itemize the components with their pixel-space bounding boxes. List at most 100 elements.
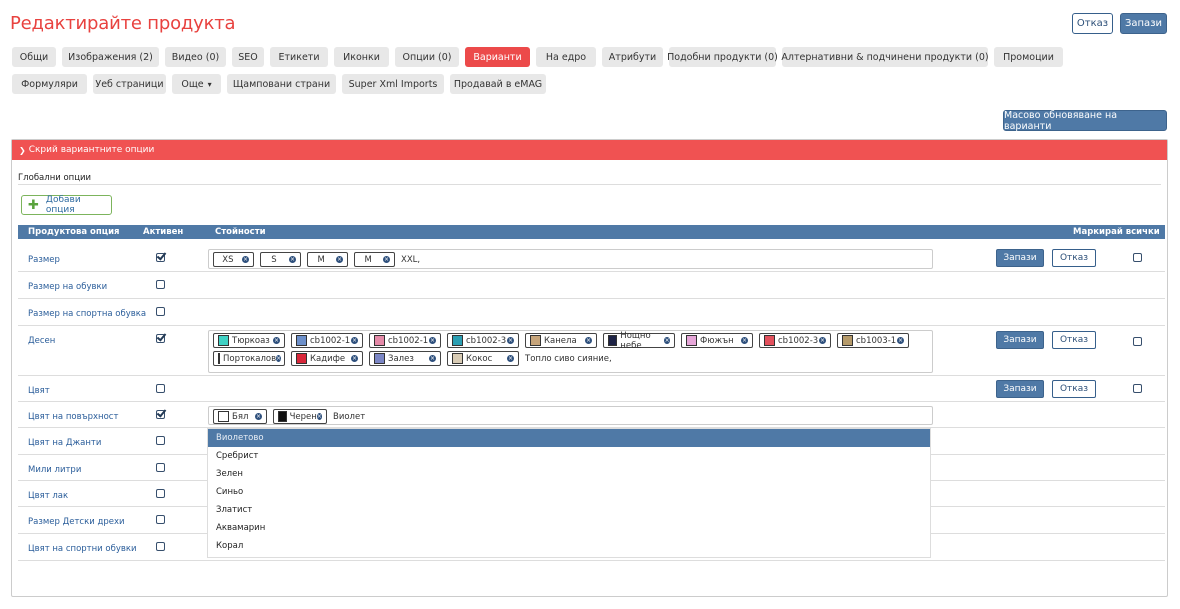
tab-more-5[interactable]: Продавай в eMAG (450, 74, 546, 94)
active-checkbox[interactable] (156, 280, 165, 289)
remove-tag-icon[interactable]: × (429, 355, 436, 362)
tab-more-2[interactable]: Още ▾ (172, 74, 221, 94)
values-input[interactable]: Бял × Черен × Виолет (208, 406, 933, 425)
tab-4[interactable]: Етикети (270, 47, 328, 67)
remove-tag-icon[interactable]: × (585, 337, 592, 344)
values-input[interactable]: XS × S × M × M × XXL, (208, 249, 933, 269)
dropdown-option[interactable]: Виолетово (208, 429, 930, 447)
dropdown-option[interactable]: Корал (208, 537, 930, 555)
dropdown-option[interactable]: Синьо (208, 483, 930, 501)
active-checkbox[interactable] (156, 334, 165, 343)
option-name-link[interactable]: Цвят на спортни обувки (28, 544, 137, 554)
color-swatch (842, 335, 853, 346)
remove-tag-icon[interactable]: × (241, 256, 249, 263)
row-save-button[interactable]: Запази (996, 331, 1044, 349)
remove-tag-icon[interactable]: × (351, 355, 358, 362)
tag-label: M (317, 254, 325, 265)
tab-11[interactable]: Алтернативни & подчинени продукти (0) (781, 47, 989, 67)
tab-more-4[interactable]: Super Xml Imports (342, 74, 444, 94)
remove-tag-icon[interactable]: × (429, 337, 436, 344)
tab-12[interactable]: Промоции (994, 47, 1063, 67)
option-name-link[interactable]: Цвят на Джанти (28, 438, 101, 448)
remove-tag-icon[interactable]: × (273, 337, 280, 344)
color-swatch (686, 335, 697, 346)
option-name-link[interactable]: Цвят (28, 386, 50, 396)
row-cancel-button[interactable]: Отказ (1052, 331, 1096, 349)
tab-more-0[interactable]: Формуляри (12, 74, 87, 94)
option-name-link[interactable]: Мили литри (28, 465, 81, 475)
option-name-link[interactable]: Размер Детски дрехи (28, 517, 125, 527)
remove-tag-icon[interactable]: × (351, 337, 358, 344)
remove-tag-icon[interactable]: × (507, 355, 514, 362)
value-tag: Залез × (369, 351, 441, 366)
option-name-link[interactable]: Размер на обувки (28, 282, 107, 292)
dropdown-option[interactable]: Сребрист (208, 447, 930, 465)
save-button[interactable]: Запази (1120, 13, 1167, 34)
chevron-down-icon: ▾ (207, 79, 212, 89)
tab-2[interactable]: Видео (0) (165, 47, 226, 67)
color-swatch (218, 411, 229, 422)
remove-tag-icon[interactable]: × (819, 337, 826, 344)
tab-5[interactable]: Иконки (334, 47, 389, 67)
active-checkbox[interactable] (156, 436, 165, 445)
remove-tag-icon[interactable]: × (664, 337, 670, 344)
tab-0[interactable]: Общи (12, 47, 56, 67)
option-name-link[interactable]: Десен (28, 336, 55, 346)
active-checkbox[interactable] (156, 463, 165, 472)
active-checkbox[interactable] (156, 542, 165, 551)
option-name-link[interactable]: Цвят лак (28, 491, 68, 501)
row-save-button[interactable]: Запази (996, 249, 1044, 267)
tag-label: Кокос (466, 353, 493, 364)
table-row: Размер XS × S × M × M × XXL, Запази Отказ (18, 245, 1165, 272)
values-input[interactable]: Тюркоаз × cb1002-1 × cb1002-1 × cb1002-3 × Канел… (208, 330, 933, 373)
tab-9[interactable]: Атрибути (602, 47, 663, 67)
tab-10[interactable]: Подобни продукти (0) (667, 47, 778, 67)
active-checkbox[interactable] (156, 410, 165, 419)
tab-3[interactable]: SEO (232, 47, 264, 67)
row-save-button[interactable]: Запази (996, 380, 1044, 398)
cancel-button[interactable]: Отказ (1072, 13, 1113, 34)
tab-more-3[interactable]: Щамповани страни (227, 74, 336, 94)
tab-label: Продавай в eMAG (453, 78, 543, 90)
mark-all-checkbox[interactable] (1133, 337, 1142, 346)
row-cancel-button[interactable]: Отказ (1052, 380, 1096, 398)
header-values: Стойности (215, 227, 266, 237)
mark-all-checkbox[interactable] (1133, 384, 1142, 393)
dropdown-option[interactable]: Аквамарин (208, 519, 930, 537)
active-checkbox[interactable] (156, 489, 165, 498)
remove-tag-icon[interactable]: × (255, 413, 262, 420)
remove-tag-icon[interactable]: × (316, 413, 322, 420)
dropdown-option[interactable]: Златист (208, 501, 930, 519)
remove-tag-icon[interactable]: × (741, 337, 748, 344)
active-checkbox[interactable] (156, 384, 165, 393)
remove-tag-icon[interactable]: × (897, 337, 904, 344)
tag-label: Портокалов (223, 353, 277, 364)
active-checkbox[interactable] (156, 307, 165, 316)
option-name-link[interactable]: Цвят на повърхност (28, 412, 118, 422)
add-option-button[interactable]: ✚ Добави опция (21, 195, 112, 215)
mass-update-variants-button[interactable]: Масово обновяване на варианти (1003, 110, 1167, 132)
tab-8[interactable]: На едро (536, 47, 596, 67)
row-cancel-button[interactable]: Отказ (1052, 249, 1096, 267)
dropdown-option[interactable]: Зелен (208, 465, 930, 483)
active-checkbox[interactable] (156, 515, 165, 524)
remove-tag-icon[interactable]: × (335, 256, 343, 263)
tab-7[interactable]: Варианти (465, 47, 530, 67)
tab-6[interactable]: Опции (0) (395, 47, 459, 67)
tab-more-1[interactable]: Уеб страници (93, 74, 166, 94)
color-swatch (218, 353, 220, 364)
remove-tag-icon[interactable]: × (507, 337, 514, 344)
option-name-link[interactable]: Размер на спортна обувка (28, 309, 146, 319)
table-row: Цвят на повърхност Бял × Черен × Виолет (18, 402, 1165, 428)
remove-tag-icon[interactable]: × (288, 256, 296, 263)
divider (18, 184, 1161, 185)
mark-all-checkbox[interactable] (1133, 253, 1142, 262)
remove-tag-icon[interactable]: × (382, 256, 390, 263)
value-tag: Канела × (525, 333, 597, 348)
plus-icon: ✚ (28, 197, 39, 213)
tab-1[interactable]: Изображения (2) (62, 47, 159, 67)
active-checkbox[interactable] (156, 253, 165, 262)
remove-tag-icon[interactable]: × (276, 355, 282, 362)
option-name-link[interactable]: Размер (28, 255, 60, 265)
hide-variant-options-toggle[interactable]: ❯ Скрий вариантните опции (12, 140, 1167, 160)
